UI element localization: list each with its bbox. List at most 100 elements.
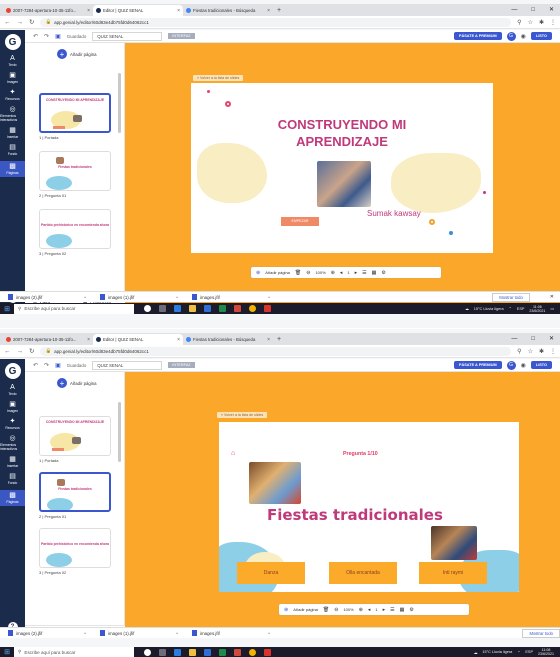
redo-icon[interactable]: ↷ [44,362,49,369]
download-item[interactable]: images.jfif ^ [192,630,270,636]
page-thumbnail-2[interactable]: Fiestas tradicionales [39,151,111,191]
slide-question[interactable]: ⌂ Pregunta 1/10 Fiestas tradicionales Da… [219,422,519,592]
slide-cover[interactable]: CONSTRUYENDO MI APRENDIZAJE Sumak kawsay… [191,83,493,253]
sidebar-item-background[interactable]: ▤ Fondo [8,473,18,485]
minimize-button[interactable]: — [511,334,517,345]
done-button[interactable]: LISTO [530,32,552,40]
list-icon[interactable]: ☰ [362,270,366,276]
close-icon[interactable]: × [267,8,270,14]
browser-tab-active[interactable]: Editor | QUIZ SENAL × [93,334,183,345]
sidebar-item-text[interactable]: A Texto [8,384,16,396]
interface-button[interactable]: INTERFAZ [168,33,195,39]
browser-tab[interactable]: 2007-7284-apertura-10-35-11fo... × [3,334,93,345]
download-item[interactable]: images (2).jfif ^ [8,294,86,300]
settings-icon[interactable]: ⚙ [409,607,413,613]
close-icon[interactable]: × [177,8,180,14]
close-icon[interactable]: ✕ [544,294,560,300]
browser-tab-active[interactable]: Editor | QUIZ SENAL × [93,5,183,16]
windows-start-icon[interactable]: ⊞ [0,647,14,657]
acrobat-icon[interactable] [264,648,271,656]
sidebar-item-interactive[interactable]: ◎ Elementos interactivos [0,435,25,451]
chrome-icon[interactable] [249,648,256,656]
network-icon[interactable]: ⌃ [509,306,512,311]
prev-page-icon[interactable]: ◂ [368,607,371,613]
next-page-icon[interactable]: ▸ [383,607,386,613]
url-input[interactable]: 🔒 app.genial.ly/editor/60d83e4db75fd0d640… [40,17,512,27]
menu-icon[interactable]: ⋮ [550,348,556,355]
show-all-button[interactable]: Mostrar todo [492,292,530,302]
url-input[interactable]: 🔒 app.genial.ly/editor/60d83e4db75fd0d640… [40,346,512,356]
reload-icon[interactable]: ↻ [29,18,34,26]
slide-title[interactable]: Fiestas tradicionales [267,506,443,524]
powerpoint-icon[interactable] [234,648,241,656]
powerpoint-icon[interactable] [234,305,241,312]
chrome-icon[interactable] [249,305,256,312]
chevron-up-icon[interactable]: ^ [176,295,178,300]
zoom-out-icon[interactable]: ⊖ [306,270,310,276]
task-view-icon[interactable] [159,305,166,312]
browser-tab[interactable]: 2007-7284-apertura-10-35-11fo... × [3,5,93,16]
start-button[interactable]: EMPEZAR [281,217,319,226]
extension-icon[interactable]: ✱ [539,19,544,26]
sidebar-item-insert[interactable]: ▦ Insertar [7,456,19,468]
answer-option-2[interactable]: Olla encantada [329,562,397,584]
acrobat-icon[interactable] [264,305,271,312]
chevron-up-icon[interactable]: ^ [176,631,178,636]
premium-button[interactable]: PÁSATE A PREMIUM [454,32,502,40]
chevron-up-icon[interactable]: ^ [84,631,86,636]
sidebar-item-pages[interactable]: ▩ Páginas [0,161,25,177]
page-thumbnail-1[interactable]: CONSTRUYENDO MI APRENDIZAJE [39,416,111,456]
sidebar-item-background[interactable]: ▤ Fondo [8,144,18,156]
page-thumbnail-3[interactable]: Partido prehistórico en encomienda ahora [39,528,111,568]
slide-subtitle[interactable]: Sumak kawsay [367,209,421,218]
weather-text[interactable]: 15°C Lluvia ligera [482,650,512,654]
prev-page-icon[interactable]: ◂ [340,270,343,276]
redo-icon[interactable]: ↷ [44,33,49,40]
sidebar-item-text[interactable]: A Texto [8,55,16,67]
edge-icon[interactable] [174,305,181,312]
forward-arrow-icon[interactable]: → [17,348,24,355]
download-item[interactable]: images (1).jfif ^ [100,294,178,300]
preview-eye-icon[interactable]: ◉ [521,33,526,40]
close-icon[interactable]: × [177,337,180,343]
add-page-control[interactable]: Añadir página [293,607,318,612]
download-item[interactable]: images (2).jfif ^ [8,630,86,636]
back-arrow-icon[interactable]: ← [4,348,11,355]
windows-start-icon[interactable]: ⊞ [0,304,14,314]
language-indicator[interactable]: ESP [525,650,533,654]
close-icon[interactable]: × [87,8,90,14]
download-item[interactable]: images.jfif ^ [192,294,270,300]
zoom-out-icon[interactable]: ⊖ [334,607,338,613]
taskbar-search[interactable]: ⚲ Escribe aquí para buscar [14,303,134,314]
network-icon[interactable]: ⌃ [517,650,520,655]
reload-icon[interactable]: ↻ [29,347,34,355]
maximize-button[interactable]: □ [531,5,535,16]
interface-button[interactable]: INTERFAZ [168,362,195,368]
download-item[interactable]: images (1).jfif ^ [100,630,178,636]
chevron-up-icon[interactable]: ^ [268,631,270,636]
weather-icon[interactable]: ☁ [465,306,469,311]
close-icon[interactable]: × [267,337,270,343]
next-page-icon[interactable]: ▸ [355,270,358,276]
premium-button[interactable]: PÁSATE A PREMIUM [454,361,502,369]
preview-eye-icon[interactable]: ◉ [521,362,526,369]
grid-icon[interactable]: ▦ [372,270,377,276]
trash-icon[interactable]: 🗑 [323,607,329,613]
project-title-input[interactable]: QUIZ SENAL [92,31,163,41]
new-tab-button[interactable]: + [273,5,285,16]
forward-arrow-icon[interactable]: → [17,19,24,26]
task-view-icon[interactable] [159,648,166,656]
festival-photo[interactable] [249,462,301,504]
chevron-up-icon[interactable]: ^ [268,295,270,300]
zoom-in-icon[interactable]: ⊕ [331,270,335,276]
menu-icon[interactable]: ⋮ [550,19,556,26]
explorer-icon[interactable] [189,648,196,656]
list-icon[interactable]: ☰ [390,607,394,613]
genially-logo[interactable]: G [4,363,21,379]
dancers-photo[interactable] [431,526,477,560]
sidebar-item-interactive[interactable]: ◎ Elementos interactivos [0,106,25,122]
taskbar-search[interactable]: ⚲ Escribe aquí para buscar [14,647,134,657]
extension-icon[interactable]: ✱ [539,348,544,355]
word-icon[interactable] [204,648,211,656]
add-page-control[interactable]: Añadir página [265,270,290,275]
